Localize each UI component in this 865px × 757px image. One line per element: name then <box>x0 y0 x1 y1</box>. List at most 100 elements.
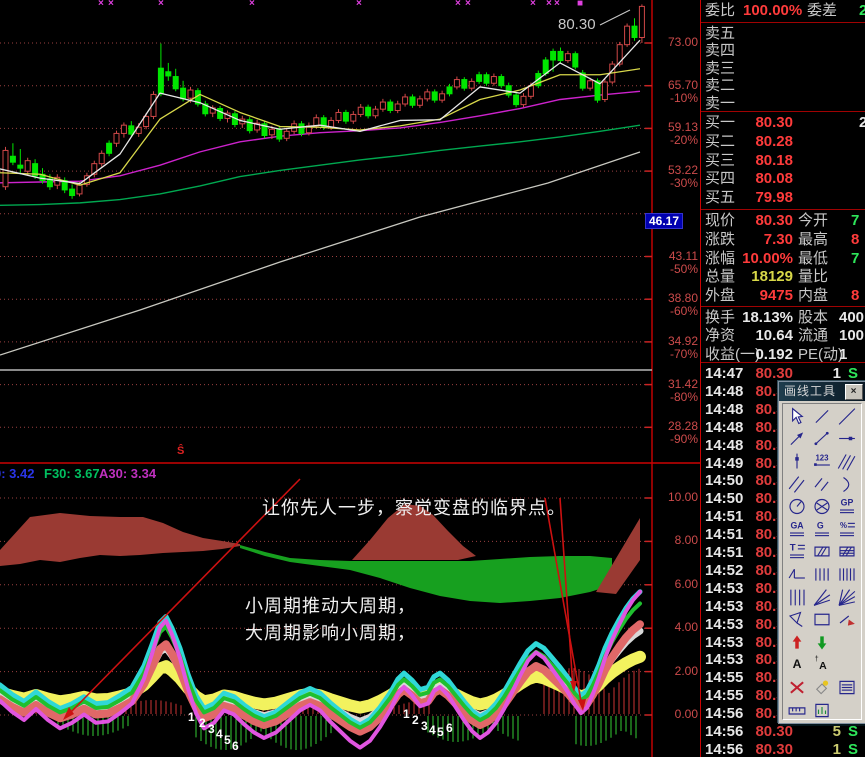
highlight-price-box: 46.17 <box>645 213 683 229</box>
sell-x-mark: × <box>546 0 552 9</box>
svg-text:A: A <box>819 660 827 672</box>
indicator-axis-label: 2.00 <box>675 665 698 678</box>
close-icon[interactable]: × <box>845 384 863 400</box>
indicator-axis-label: 4.00 <box>675 621 698 634</box>
svg-text:%: % <box>840 521 847 530</box>
time-bars-tool-icon[interactable] <box>784 586 809 609</box>
up-arrow-marker-tool-icon[interactable] <box>784 631 809 654</box>
bid-row[interactable]: 买五79.98 <box>701 189 865 207</box>
indicator-axis-label: 8.00 <box>675 534 698 547</box>
ask-row[interactable]: 卖五 <box>701 25 865 43</box>
price-axis-label: 34.92-70% <box>668 335 698 361</box>
bid-row[interactable]: 买二80.28 <box>701 133 865 151</box>
ask-row[interactable]: 卖二 <box>701 77 865 95</box>
weicha-value: 2 <box>859 2 865 20</box>
sell-x-mark: × <box>554 0 560 9</box>
stat-row[interactable]: 总量18129量比 <box>701 268 865 286</box>
erase-tool-icon[interactable] <box>809 676 834 699</box>
delete-drawing-tool-icon[interactable] <box>784 676 809 699</box>
drawing-tools-palette[interactable]: 画线工具 × 123GPGAG%TAA† <box>778 381 865 724</box>
svg-text:GP: GP <box>841 498 854 508</box>
segment-tool-icon[interactable] <box>809 405 834 428</box>
down-arrow-marker-tool-icon[interactable] <box>809 631 834 654</box>
annotation-cycle-2: 大周期影响小周期， <box>245 619 416 645</box>
empty-cell <box>835 699 860 722</box>
ask-row[interactable]: 卖四 <box>701 42 865 60</box>
indicator-axis-label: 0.00 <box>675 708 698 721</box>
vertical-segment-tool-icon[interactable] <box>784 450 809 473</box>
svg-text:123: 123 <box>815 454 829 463</box>
parallel-lines-tool-icon[interactable] <box>835 450 860 473</box>
note-tool-icon[interactable] <box>835 676 860 699</box>
hatch-channel-tool-icon[interactable] <box>835 541 860 564</box>
arrow-line-tool-icon[interactable] <box>784 428 809 451</box>
arc-tool-icon[interactable] <box>835 473 860 496</box>
ray-tool-icon[interactable] <box>835 405 860 428</box>
ask-row[interactable]: 卖三 <box>701 60 865 78</box>
ga-tool-icon[interactable]: GA <box>784 518 809 541</box>
indicator-value-magenta: A30: 3.34 <box>99 466 156 481</box>
gann-box-tool-icon[interactable] <box>784 563 809 586</box>
circle-radius-tool-icon[interactable] <box>784 495 809 518</box>
gp-tool-icon[interactable]: GP <box>835 495 860 518</box>
short-parallel-tool-icon[interactable] <box>809 473 834 496</box>
ask-row[interactable]: 卖一 <box>701 95 865 113</box>
svg-text:A: A <box>792 657 801 671</box>
sell-square-mark: ■ <box>577 0 583 9</box>
svg-text:GA: GA <box>790 520 804 530</box>
g-tool-icon[interactable]: G <box>809 518 834 541</box>
horizontal-segment-tool-icon[interactable] <box>835 428 860 451</box>
count-label: 3 <box>421 719 428 733</box>
bid-row[interactable]: 买四80.08 <box>701 170 865 188</box>
stat-row[interactable]: 净资10.64流通100 <box>701 327 865 345</box>
percent-lines-tool-icon[interactable]: % <box>835 518 860 541</box>
svg-text:T: T <box>789 543 795 554</box>
text-tool-icon[interactable]: A <box>784 654 809 677</box>
text-cursor-tool-icon[interactable]: A† <box>809 654 834 677</box>
price-axis-label: 28.28-90% <box>668 420 698 446</box>
flag-tool-icon[interactable] <box>784 608 809 631</box>
price-axis-label: 65.70-10% <box>668 79 698 105</box>
ruler-tool-icon[interactable] <box>784 699 809 722</box>
channel-tool-icon[interactable] <box>784 473 809 496</box>
weicha-label: 委差 <box>807 2 837 20</box>
sell-x-mark: × <box>98 0 104 9</box>
trading-app-window: { "colors":{"up_red":"#ff3b3b","down_gre… <box>0 0 865 757</box>
time-division-5-tool-icon[interactable] <box>835 563 860 586</box>
price-axis-label: 38.80-60% <box>668 292 698 318</box>
bid-row[interactable]: 买一80.302 <box>701 114 865 132</box>
pointer-arrow-tool-icon[interactable] <box>835 608 860 631</box>
chart-area[interactable]: ××××××××××■ 80.30 Ŝ 0: 3.42 F30: 3.67 A3… <box>0 0 700 757</box>
sell-x-mark: × <box>249 0 255 9</box>
indicator-axis-label: 10.00 <box>668 491 698 504</box>
t-lines-tool-icon[interactable]: T <box>784 541 809 564</box>
count-label: 1 <box>188 710 195 724</box>
stat-row[interactable]: 外盘9475内盘8 <box>701 287 865 305</box>
bid-row[interactable]: 买三80.18 <box>701 152 865 170</box>
stat-row[interactable]: 换手18.13%股本400 <box>701 309 865 327</box>
price-axis-label: 59.13-20% <box>668 121 698 147</box>
count-label: 1 <box>403 707 410 721</box>
trade-tick-row[interactable]: 14:5680.301S <box>701 741 865 757</box>
count-label: 5 <box>224 733 231 747</box>
pointer-tool-icon[interactable] <box>784 405 809 428</box>
hatch-band-tool-icon[interactable] <box>809 541 834 564</box>
sell-x-mark: × <box>356 0 362 9</box>
gann-fan-tool-icon[interactable] <box>835 586 860 609</box>
time-division-tool-icon[interactable] <box>809 563 834 586</box>
sell-x-mark: × <box>158 0 164 9</box>
trade-tick-row[interactable]: 14:5680.305S <box>701 723 865 741</box>
rectangle-tool-icon[interactable] <box>809 608 834 631</box>
stats-tool-icon[interactable] <box>809 699 834 722</box>
drawing-tools-titlebar[interactable]: 画线工具 × <box>779 382 865 401</box>
numbered-line-tool-icon[interactable]: 123 <box>809 450 834 473</box>
stat-row[interactable]: 现价80.30今开7 <box>701 212 865 230</box>
drawing-tools-title: 画线工具 <box>784 384 836 398</box>
fan-lines-tool-icon[interactable] <box>809 586 834 609</box>
ellipse-tool-icon[interactable] <box>809 495 834 518</box>
stat-row[interactable]: 涨幅10.00%最低7 <box>701 250 865 268</box>
anchored-segment-tool-icon[interactable] <box>809 428 834 451</box>
count-label: 4 <box>429 723 436 737</box>
count-label: 2 <box>412 713 419 727</box>
stat-row[interactable]: 涨跌7.30最高8 <box>701 231 865 249</box>
